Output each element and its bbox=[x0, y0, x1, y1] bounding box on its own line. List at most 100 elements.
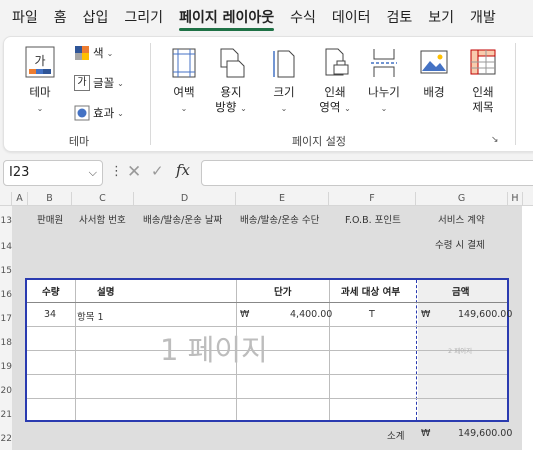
page-2-watermark: 2 페이지 bbox=[448, 347, 473, 355]
print-area-label-2: 영역 ⌄ bbox=[319, 100, 351, 114]
breaks-label: 나누기 bbox=[368, 85, 400, 99]
themes-label: 테마 bbox=[29, 85, 51, 99]
print-titles-icon bbox=[470, 49, 496, 75]
header-taxable[interactable]: 과세 대상 여부 bbox=[341, 284, 400, 298]
grid-line bbox=[27, 302, 507, 303]
row-header-18[interactable]: 18 bbox=[0, 338, 12, 348]
cell-amount-1[interactable]: 149,600.00 bbox=[458, 309, 512, 320]
tab-review[interactable]: 검토 bbox=[379, 0, 421, 36]
row-header-16[interactable]: 16 bbox=[0, 290, 12, 300]
page-1-watermark: 1 페이지 bbox=[160, 333, 268, 367]
header-qty[interactable]: 수량 bbox=[42, 284, 59, 298]
cell-amount-symbol-1: ₩ bbox=[421, 309, 431, 320]
orientation-button[interactable]: 용지 방향 ⌄ bbox=[211, 47, 251, 116]
chevron-down-icon: ⌄ bbox=[380, 104, 388, 113]
cell-desc-1[interactable]: 항목 1 bbox=[77, 309, 104, 323]
chevron-down-icon: ⌄ bbox=[117, 78, 124, 88]
size-label: 크기 bbox=[273, 85, 295, 99]
effects-button[interactable]: 효과 ⌄ bbox=[74, 105, 124, 121]
cell-qty-1[interactable]: 34 bbox=[44, 309, 56, 320]
tab-insert[interactable]: 삽입 bbox=[75, 0, 117, 36]
row-header-15[interactable]: 15 bbox=[0, 266, 12, 276]
fonts-button[interactable]: 가 글꼴 ⌄ bbox=[74, 75, 124, 91]
tab-developer[interactable]: 개발 bbox=[462, 0, 504, 36]
ribbon-tabs: 파일 홈 삽입 그리기 페이지 레이아웃 수식 데이터 검토 보기 개발 bbox=[0, 0, 533, 36]
print-area-button[interactable]: 인쇄 영역 ⌄ bbox=[314, 47, 356, 116]
row-header-22[interactable]: 22 bbox=[0, 434, 12, 444]
tab-home[interactable]: 홈 bbox=[46, 0, 75, 36]
more-options-icon[interactable]: ⋮ bbox=[110, 164, 123, 179]
background-image-icon bbox=[420, 50, 448, 74]
header-unit-price[interactable]: 단가 bbox=[274, 284, 291, 298]
row-header-17[interactable]: 17 bbox=[0, 314, 12, 324]
cancel-icon[interactable]: ✕ bbox=[127, 162, 141, 182]
orientation-label-1: 용지 bbox=[220, 85, 242, 99]
name-box[interactable]: I23 ⌵ bbox=[3, 160, 103, 186]
tab-data[interactable]: 데이터 bbox=[324, 0, 379, 36]
print-area-icon bbox=[325, 48, 349, 76]
cell-c13[interactable]: 사서함 번호 bbox=[79, 212, 126, 226]
tab-file[interactable]: 파일 bbox=[0, 0, 46, 36]
page-setup-group-label: 페이지 설정 bbox=[291, 135, 347, 148]
colors-button[interactable]: 색 ⌄ bbox=[74, 45, 113, 61]
cell-b13[interactable]: 판매원 bbox=[37, 212, 63, 226]
colors-label: 색 bbox=[93, 46, 104, 60]
column-header-g[interactable]: G bbox=[416, 192, 508, 206]
dialog-launcher-icon[interactable]: ↘ bbox=[491, 135, 499, 145]
cell-f13[interactable]: F.O.B. 포인트 bbox=[345, 212, 401, 226]
subtotal-symbol: ₩ bbox=[421, 428, 431, 439]
formula-bar: I23 ⌵ ⋮ ✕ ✓ fx bbox=[0, 158, 533, 188]
tab-formulas[interactable]: 수식 bbox=[282, 0, 324, 36]
subtotal-value[interactable]: 149,600.00 bbox=[458, 428, 512, 439]
column-header-d[interactable]: D bbox=[134, 192, 236, 206]
cell-g13[interactable]: 서비스 계약 bbox=[438, 212, 485, 226]
column-header-b[interactable]: B bbox=[28, 192, 72, 206]
tab-view[interactable]: 보기 bbox=[420, 0, 462, 36]
column-header-f[interactable]: F bbox=[329, 192, 416, 206]
chevron-down-icon[interactable]: ⌵ bbox=[89, 161, 97, 185]
fonts-icon: 가 bbox=[74, 75, 90, 91]
column-header-h[interactable]: H bbox=[508, 192, 523, 206]
worksheet[interactable]: A B C D E F G H 13 14 15 16 17 18 19 20 … bbox=[0, 192, 533, 450]
header-amount[interactable]: 금액 bbox=[452, 284, 469, 298]
ribbon: 가 테마 ⌄ 색 ⌄ 가 글꼴 ⌄ 효과 ⌄ 테마 여백 ⌄ 용지 방향 ⌄ 크… bbox=[3, 36, 533, 152]
insert-function-icon[interactable]: fx bbox=[176, 161, 190, 179]
cell-tax-1[interactable]: T bbox=[369, 309, 375, 320]
select-all-corner[interactable] bbox=[0, 192, 12, 206]
print-area-label-1: 인쇄 bbox=[324, 85, 346, 99]
background-label: 배경 bbox=[423, 85, 445, 99]
breaks-icon bbox=[371, 49, 397, 77]
margins-label: 여백 bbox=[173, 85, 195, 99]
column-header-e[interactable]: E bbox=[236, 192, 329, 206]
column-header-c[interactable]: C bbox=[72, 192, 134, 206]
orientation-icon bbox=[220, 48, 245, 78]
margins-button[interactable]: 여백 ⌄ bbox=[164, 47, 204, 114]
svg-text:가: 가 bbox=[34, 54, 45, 68]
column-header-a[interactable]: A bbox=[12, 192, 28, 206]
row-header-19[interactable]: 19 bbox=[0, 362, 12, 372]
effects-label: 효과 bbox=[93, 106, 115, 120]
row-header-14[interactable]: 14 bbox=[0, 242, 12, 252]
row-header-13[interactable]: 13 bbox=[0, 216, 12, 226]
themes-button[interactable]: 가 테마 ⌄ bbox=[18, 45, 62, 114]
theme-group-label: 테마 bbox=[68, 135, 90, 148]
row-header-21[interactable]: 21 bbox=[0, 410, 12, 420]
cell-e13[interactable]: 배송/발송/운송 수단 bbox=[240, 212, 319, 226]
tab-draw[interactable]: 그리기 bbox=[116, 0, 171, 36]
size-icon bbox=[273, 50, 295, 78]
cell-g14[interactable]: 수령 시 결제 bbox=[435, 237, 485, 251]
breaks-button[interactable]: 나누기 ⌄ bbox=[361, 47, 407, 114]
enter-icon[interactable]: ✓ bbox=[151, 162, 164, 180]
background-button[interactable]: 배경 bbox=[414, 47, 454, 100]
tab-page-layout[interactable]: 페이지 레이아웃 bbox=[171, 0, 282, 36]
row-header-20[interactable]: 20 bbox=[0, 386, 12, 396]
print-titles-label-2: 제목 bbox=[472, 100, 494, 114]
cell-price-1[interactable]: 4,400.00 bbox=[290, 309, 332, 320]
size-button[interactable]: 크기 ⌄ bbox=[264, 47, 304, 114]
print-titles-button[interactable]: 인쇄 제목 bbox=[462, 47, 504, 115]
formula-input[interactable] bbox=[201, 160, 533, 186]
group-separator bbox=[150, 43, 151, 145]
subtotal-label[interactable]: 소계 bbox=[387, 428, 404, 442]
cell-d13[interactable]: 배송/발송/운송 날짜 bbox=[143, 212, 222, 226]
header-description[interactable]: 설명 bbox=[97, 284, 114, 298]
